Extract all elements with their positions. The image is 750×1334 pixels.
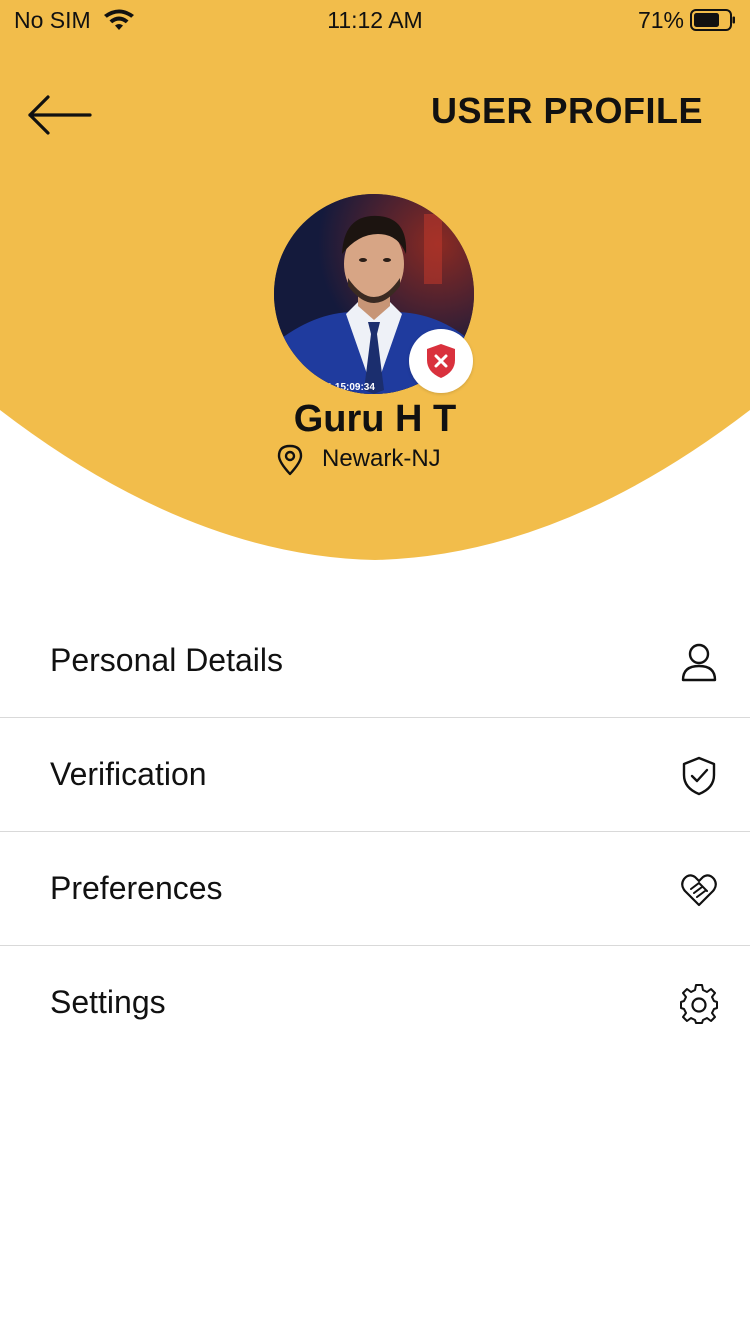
verification-badge[interactable] (409, 329, 473, 393)
menu-item-label: Settings (50, 984, 166, 1020)
battery-percentage: 71% (637, 7, 684, 33)
menu-item-preferences[interactable]: Preferences (0, 832, 750, 946)
gear-icon (680, 984, 718, 1024)
page-title: USER PROFILE (430, 90, 703, 131)
handshake-heart-icon (681, 874, 717, 907)
shield-check-icon (682, 756, 716, 796)
shield-x-icon (427, 344, 455, 378)
menu-item-label: Verification (50, 756, 207, 792)
profile-menu: Personal Details Verification Preference… (0, 604, 750, 1060)
back-button[interactable] (26, 92, 94, 140)
photo-timestamp: 2-15:09:34 (326, 382, 375, 393)
menu-item-verification[interactable]: Verification (0, 718, 750, 832)
menu-item-settings[interactable]: Settings (0, 946, 750, 1060)
user-name: Guru H T (293, 398, 457, 440)
menu-item-label: Personal Details (50, 642, 283, 678)
location-pin-icon (277, 444, 303, 476)
menu-item-label: Preferences (50, 870, 223, 906)
status-bar: No SIM 11:12 AM 71% (0, 0, 750, 40)
arrow-left-icon (28, 95, 92, 135)
menu-item-personal-details[interactable]: Personal Details (0, 604, 750, 718)
person-icon (681, 643, 717, 682)
user-location: Newark-NJ (322, 445, 441, 472)
battery-icon (690, 9, 735, 31)
